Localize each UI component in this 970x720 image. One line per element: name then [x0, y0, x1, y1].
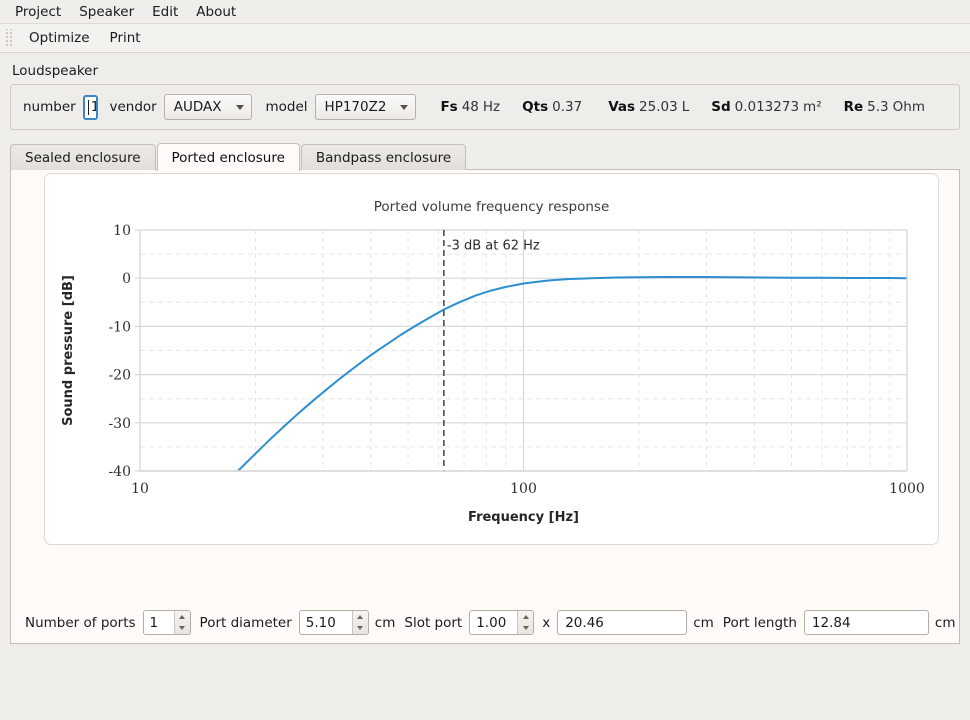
stepper-down-icon[interactable]: [353, 623, 368, 635]
param-vas: Vas25.03L: [608, 99, 689, 115]
slot-port-multiplier: x: [542, 615, 550, 631]
vendor-combobox[interactable]: AUDAX: [164, 94, 252, 120]
slot-port-width-value[interactable]: 1.00: [470, 611, 511, 634]
speaker-number-spinbox[interactable]: 1: [83, 95, 98, 120]
tab-bandpass-enclosure[interactable]: Bandpass enclosure: [301, 144, 466, 170]
slot-port-unit: cm: [693, 615, 714, 631]
param-qts-value: 0.37: [552, 99, 582, 115]
svg-text:-20: -20: [108, 368, 131, 384]
stepper-down-icon[interactable]: [175, 623, 190, 635]
param-vas-key: Vas: [608, 99, 635, 115]
tab-sealed-enclosure[interactable]: Sealed enclosure: [10, 144, 156, 170]
svg-text:Frequency [Hz]: Frequency [Hz]: [468, 510, 579, 525]
model-combobox[interactable]: HP170Z2: [315, 94, 417, 120]
port-length-label: Port length: [723, 615, 797, 631]
menu-bar: Project Speaker Edit About: [0, 0, 970, 24]
param-sd-unit: m²: [803, 99, 822, 115]
tab-strip: Sealed enclosure Ported enclosure Bandpa…: [10, 142, 960, 170]
vendor-selected-value: AUDAX: [174, 99, 222, 115]
svg-text:-10: -10: [108, 319, 131, 335]
slot-port-label: Slot port: [404, 615, 462, 631]
svg-text:1000: 1000: [889, 481, 925, 497]
port-diameter-spinbox[interactable]: 5.10: [299, 610, 369, 635]
param-re-key: Re: [844, 99, 864, 115]
number-of-ports-steppers[interactable]: [174, 611, 190, 634]
port-length-unit: cm: [935, 615, 956, 631]
param-sd: Sd 0.013273m²: [711, 99, 821, 115]
stepper-up-icon[interactable]: [518, 611, 533, 623]
number-label: number: [23, 99, 76, 115]
port-diameter-value[interactable]: 5.10: [300, 611, 341, 634]
number-of-ports-value[interactable]: 1: [144, 611, 164, 634]
svg-text:Sound pressure [dB]: Sound pressure [dB]: [61, 275, 76, 426]
param-re-value: 5.3: [867, 99, 888, 115]
port-diameter-unit: cm: [375, 615, 396, 631]
menu-item-project[interactable]: Project: [6, 2, 70, 22]
svg-text:-30: -30: [108, 416, 131, 432]
vendor-label: vendor: [110, 99, 157, 115]
svg-text:0: 0: [122, 271, 131, 287]
param-fs-unit: Hz: [483, 99, 500, 115]
param-vas-value: 25.03: [639, 99, 678, 115]
slot-port-width-steppers[interactable]: [517, 611, 533, 634]
loudspeaker-section: Loudspeaker number 1 vendor AUDAX model …: [0, 53, 970, 130]
driver-parameters: Fs 48Hz Qts0.37 Vas25.03L Sd 0.013273m² Re…: [440, 99, 947, 115]
speaker-number-value[interactable]: 1: [85, 97, 98, 118]
menu-item-about[interactable]: About: [187, 2, 245, 22]
svg-text:100: 100: [510, 481, 537, 497]
port-diameter-label: Port diameter: [200, 615, 292, 631]
number-of-ports-label: Number of ports: [25, 615, 136, 631]
ports-row: Number of ports 1 Port diameter 5.10 cm …: [11, 610, 959, 635]
stepper-down-icon[interactable]: [518, 623, 533, 635]
port-length-input[interactable]: 12.84: [804, 610, 929, 635]
loudspeaker-group-box: number 1 vendor AUDAX model HP170Z2 Fs 48…: [10, 84, 960, 130]
param-qts-key: Qts: [522, 99, 548, 115]
param-sd-value: 0.013273: [735, 99, 799, 115]
frequency-response-chart: 100-10-20-30-40101001000Sound pressure […: [45, 174, 940, 546]
param-fs: Fs 48Hz: [440, 99, 500, 115]
number-of-ports-spinbox[interactable]: 1: [143, 610, 191, 635]
stepper-up-icon[interactable]: [175, 611, 190, 623]
param-vas-unit: L: [682, 99, 690, 115]
menu-item-speaker[interactable]: Speaker: [70, 2, 143, 22]
frequency-response-chart-card: Ported volume frequency response 100-10-…: [44, 173, 939, 545]
print-button[interactable]: Print: [100, 27, 151, 49]
ported-enclosure-panel: Enclosure volume (Vb) 12.70 L Enclosure …: [10, 169, 960, 644]
chevron-down-icon: [236, 105, 244, 110]
param-re-unit: Ohm: [893, 99, 925, 115]
port-diameter-steppers[interactable]: [352, 611, 368, 634]
chevron-down-icon: [400, 105, 408, 110]
enclosure-tabs-section: Sealed enclosure Ported enclosure Bandpa…: [10, 142, 960, 644]
toolbar: Optimize Print: [0, 24, 970, 53]
svg-text:-3 dB at 62 Hz: -3 dB at 62 Hz: [447, 238, 540, 253]
svg-text:10: 10: [113, 223, 131, 239]
toolbar-drag-handle[interactable]: [4, 29, 13, 48]
param-sd-key: Sd: [711, 99, 730, 115]
loudspeaker-group-title: Loudspeaker: [12, 63, 960, 79]
param-fs-key: Fs: [440, 99, 457, 115]
stepper-up-icon[interactable]: [353, 611, 368, 623]
svg-text:-40: -40: [108, 464, 131, 480]
menu-item-edit[interactable]: Edit: [143, 2, 187, 22]
tab-ported-enclosure[interactable]: Ported enclosure: [157, 143, 300, 171]
slot-port-width-spinbox[interactable]: 1.00: [469, 610, 534, 635]
param-qts: Qts0.37: [522, 99, 586, 115]
param-fs-value: 48: [462, 99, 479, 115]
slot-port-height-input[interactable]: 20.46: [557, 610, 687, 635]
svg-text:10: 10: [131, 481, 149, 497]
model-label: model: [266, 99, 308, 115]
optimize-button[interactable]: Optimize: [19, 27, 100, 49]
model-selected-value: HP170Z2: [325, 99, 387, 115]
param-re: Re5.3 Ohm: [844, 99, 925, 115]
